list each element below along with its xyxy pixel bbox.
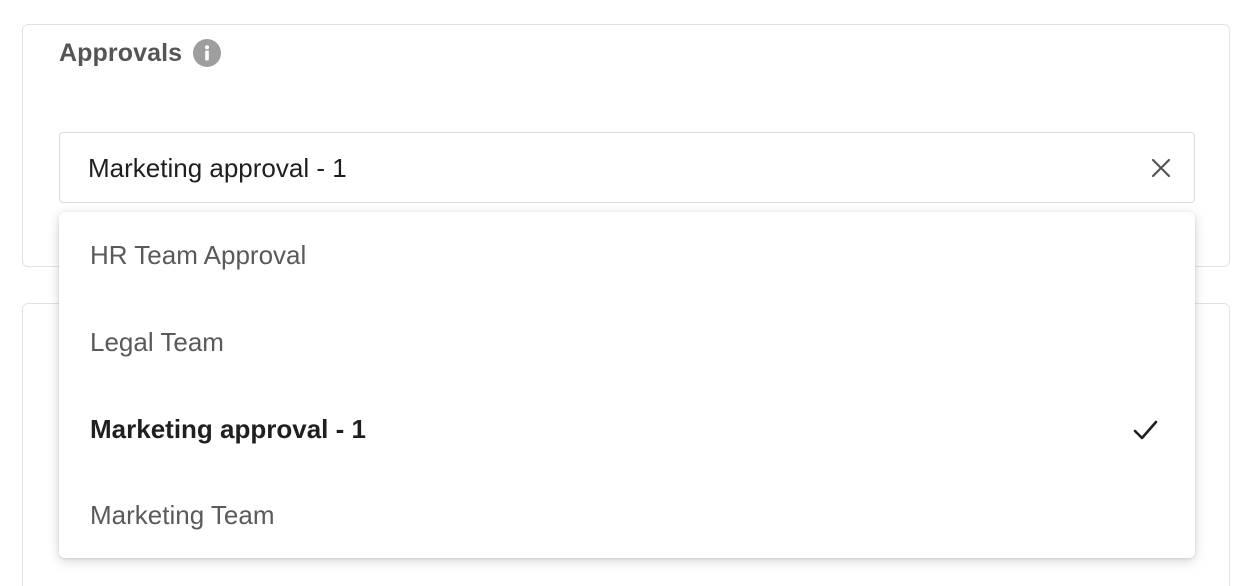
info-icon[interactable]	[193, 39, 222, 67]
approvals-heading: Approvals	[59, 38, 183, 67]
select-value: Marketing approval - 1	[88, 153, 347, 183]
option-label: HR Team Approval	[90, 240, 307, 270]
check-icon	[1133, 420, 1158, 440]
clear-button[interactable]	[1144, 151, 1178, 185]
approvals-dropdown-menu: HR Team Approval Legal Team Marketing ap…	[59, 212, 1195, 558]
option-label: Legal Team	[90, 327, 224, 357]
close-icon	[1151, 158, 1171, 178]
approvals-select[interactable]: Marketing approval - 1	[59, 132, 1195, 203]
dropdown-option-marketing-team[interactable]: Marketing Team	[59, 472, 1195, 558]
page: Approvals Marketing approval - 1 HR Team…	[0, 0, 1252, 586]
option-label: Marketing approval - 1	[90, 414, 366, 444]
dropdown-option-hr-team-approval[interactable]: HR Team Approval	[59, 212, 1195, 298]
info-icon-glyph	[205, 45, 210, 61]
dropdown-option-legal-team[interactable]: Legal Team	[59, 299, 1195, 385]
dropdown-option-marketing-approval-1[interactable]: Marketing approval - 1	[59, 386, 1195, 472]
option-label: Marketing Team	[90, 500, 275, 530]
approvals-heading-row: Approvals	[59, 38, 222, 68]
